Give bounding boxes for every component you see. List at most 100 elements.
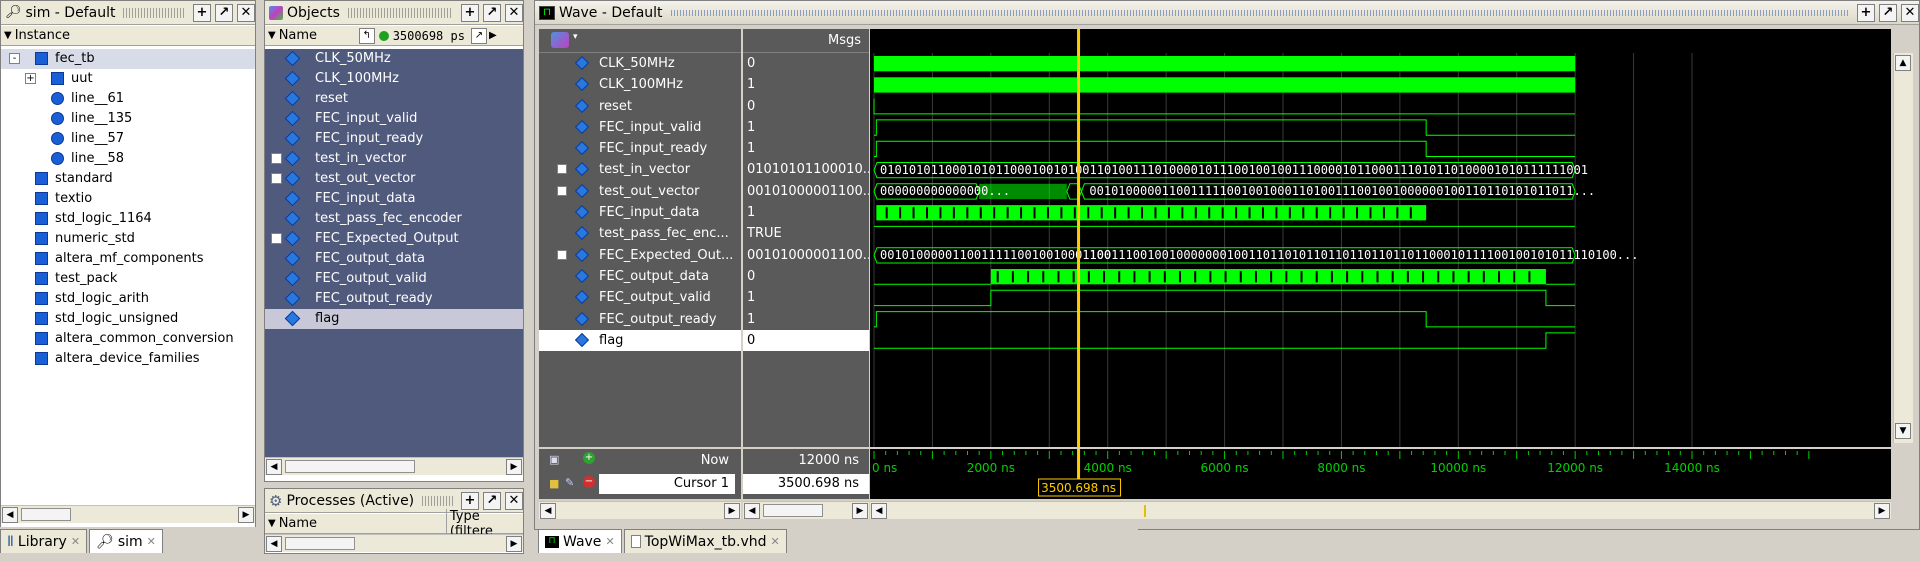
scroll-thumb[interactable]	[285, 537, 355, 550]
object-item[interactable]: FEC_input_data	[265, 189, 523, 209]
add-cursor-icon[interactable]: ▣	[549, 453, 559, 466]
scroll-thumb[interactable]	[285, 460, 415, 473]
instance-column-header[interactable]: ▼ Instance	[1, 26, 255, 46]
tree-item[interactable]: std_logic_1164	[1, 209, 255, 229]
tree-item[interactable]: line__135	[1, 109, 255, 129]
scroll-up-icon[interactable]: ▲	[1895, 55, 1911, 71]
undock-icon[interactable]: ↗	[1879, 3, 1897, 22]
cursor-label-box[interactable]: Cursor 1	[599, 474, 735, 494]
tab-sim[interactable]: 🔎︎ sim ✕	[89, 529, 163, 553]
wave-titlebar[interactable]: ⊓ Wave - Default + ↗ ✕	[535, 1, 1919, 25]
filter-icon[interactable]: ↰	[358, 27, 375, 44]
drag-grip[interactable]	[670, 9, 1849, 16]
object-item[interactable]: FEC_input_valid	[265, 109, 523, 129]
wave-signal-row[interactable]: + test_out_vector	[539, 181, 741, 202]
object-item[interactable]: + FEC_Expected_Output	[265, 229, 523, 249]
tree-item[interactable]: test_pack	[1, 269, 255, 289]
scroll-thumb[interactable]	[763, 504, 823, 517]
processes-column-header[interactable]: ▼ Name Type (filtere	[265, 508, 523, 539]
waveform-canvas[interactable]: 0101010110001010110001001010011010011101…	[870, 29, 1891, 447]
objects-titlebar[interactable]: Objects + ↗ ✕	[265, 1, 523, 25]
tree-item[interactable]: std_logic_unsigned	[1, 309, 255, 329]
wave-signal-row[interactable]: FEC_output_data	[539, 266, 741, 287]
wave-signal-row[interactable]: FEC_output_ready	[539, 309, 741, 330]
chevron-down-icon[interactable]: ▾	[573, 32, 578, 42]
add-icon[interactable]: +	[461, 491, 479, 510]
wave-signal-row[interactable]: + FEC_Expected_Out...	[539, 245, 741, 266]
wave-options-icon[interactable]	[551, 32, 569, 48]
close-icon[interactable]: ✕	[147, 535, 156, 548]
wave-signal-row[interactable]: reset	[539, 96, 741, 117]
close-icon[interactable]: ✕	[71, 535, 80, 548]
wave-values-hscrollbar[interactable]: ◀ ▶	[743, 501, 869, 519]
undock-icon[interactable]: ↗	[215, 3, 233, 22]
tab-wave[interactable]: ⊓ Wave ✕	[538, 529, 622, 553]
expand-icon[interactable]: +	[25, 73, 36, 84]
scroll-right-icon[interactable]: ▶	[852, 503, 868, 519]
object-item[interactable]: CLK_50MHz	[265, 49, 523, 69]
tree-item[interactable]: + uut	[1, 69, 255, 89]
close-icon[interactable]: ✕	[605, 535, 614, 548]
object-item[interactable]: FEC_output_valid	[265, 269, 523, 289]
object-item[interactable]: reset	[265, 89, 523, 109]
time-ruler[interactable]: 0 ns 2000 ns 4000 ns 6000 ns 8000 ns 10000 ns…	[870, 449, 1891, 499]
expand-icon[interactable]: +	[271, 173, 282, 184]
expand-icon[interactable]: +	[271, 153, 282, 164]
tree-item[interactable]: textio	[1, 189, 255, 209]
scroll-left-icon[interactable]: ◀	[2, 507, 18, 523]
scroll-left-icon[interactable]: ◀	[744, 503, 760, 519]
tree-item[interactable]: line__57	[1, 129, 255, 149]
wave-signal-row[interactable]: flag	[539, 329, 741, 352]
close-icon[interactable]: ✕	[237, 3, 255, 22]
object-item[interactable]: + test_out_vector	[265, 169, 523, 189]
wave-signal-row[interactable]: FEC_input_valid	[539, 117, 741, 138]
add-icon[interactable]: +	[461, 3, 479, 22]
collapse-icon[interactable]: -	[9, 53, 20, 64]
wave-signal-row[interactable]: FEC_input_data	[539, 202, 741, 223]
object-item[interactable]: FEC_output_data	[265, 249, 523, 269]
wave-time-hscrollbar[interactable]: ◀ ▶	[870, 501, 1891, 519]
toggle-icon[interactable]: ↗	[470, 27, 487, 44]
objects-hscrollbar[interactable]: ◀ ▶	[265, 457, 523, 475]
tree-item[interactable]: numeric_std	[1, 229, 255, 249]
tree-item[interactable]: std_logic_arith	[1, 289, 255, 309]
objects-column-header[interactable]: ▼ Name ↰ 3500698 ps ↗ ▶	[265, 26, 523, 46]
drag-grip[interactable]	[422, 495, 453, 506]
scroll-thumb[interactable]	[21, 508, 71, 521]
close-icon[interactable]: ✕	[505, 3, 523, 22]
add-icon[interactable]: +	[1857, 3, 1875, 22]
tree-item[interactable]: standard	[1, 169, 255, 189]
wave-vscrollbar[interactable]: ▲ ▼	[1893, 53, 1913, 443]
scroll-left-icon[interactable]: ◀	[540, 503, 556, 519]
scroll-left-icon[interactable]: ◀	[871, 503, 887, 519]
tree-item[interactable]: line__61	[1, 89, 255, 109]
tree-item[interactable]: line__58	[1, 149, 255, 169]
wave-signal-row[interactable]: FEC_input_ready	[539, 138, 741, 159]
tree-item[interactable]: altera_common_conversion	[1, 329, 255, 349]
close-icon[interactable]: ✕	[1901, 3, 1919, 22]
scroll-right-icon[interactable]: ▶	[506, 459, 522, 475]
expand-icon[interactable]: +	[271, 233, 282, 244]
add-icon[interactable]: +	[193, 3, 211, 22]
drag-grip[interactable]	[347, 7, 453, 18]
expand-icon[interactable]: +	[557, 164, 567, 175]
undock-icon[interactable]: ↗	[483, 3, 501, 22]
scroll-down-icon[interactable]: ▼	[1895, 423, 1911, 439]
wave-signal-row[interactable]: test_pass_fec_enc...	[539, 223, 741, 244]
close-icon[interactable]: ✕	[505, 491, 523, 510]
sim-hscrollbar[interactable]: ◀ ▶	[1, 505, 255, 523]
tree-item[interactable]: - fec_tb	[1, 49, 255, 69]
scroll-right-icon[interactable]: ▶	[724, 503, 740, 519]
tab-library[interactable]: Ⅱ Library ✕	[0, 529, 88, 553]
wave-signal-row[interactable]: CLK_50MHz	[539, 53, 741, 74]
add-cursor-plus-icon[interactable]: +	[583, 452, 595, 464]
expand-icon[interactable]: +	[557, 249, 567, 260]
wave-signal-row[interactable]: + test_in_vector	[539, 159, 741, 180]
object-item[interactable]: FEC_output_ready	[265, 289, 523, 309]
undock-icon[interactable]: ↗	[483, 491, 501, 510]
tree-item[interactable]: altera_device_families	[1, 349, 255, 369]
lock-icon[interactable]: ■	[549, 477, 559, 490]
delete-cursor-icon[interactable]: −	[583, 476, 595, 488]
sim-titlebar[interactable]: 🔎︎ sim - Default + ↗ ✕	[1, 1, 255, 25]
edit-cursor-icon[interactable]: ✎	[565, 476, 574, 489]
